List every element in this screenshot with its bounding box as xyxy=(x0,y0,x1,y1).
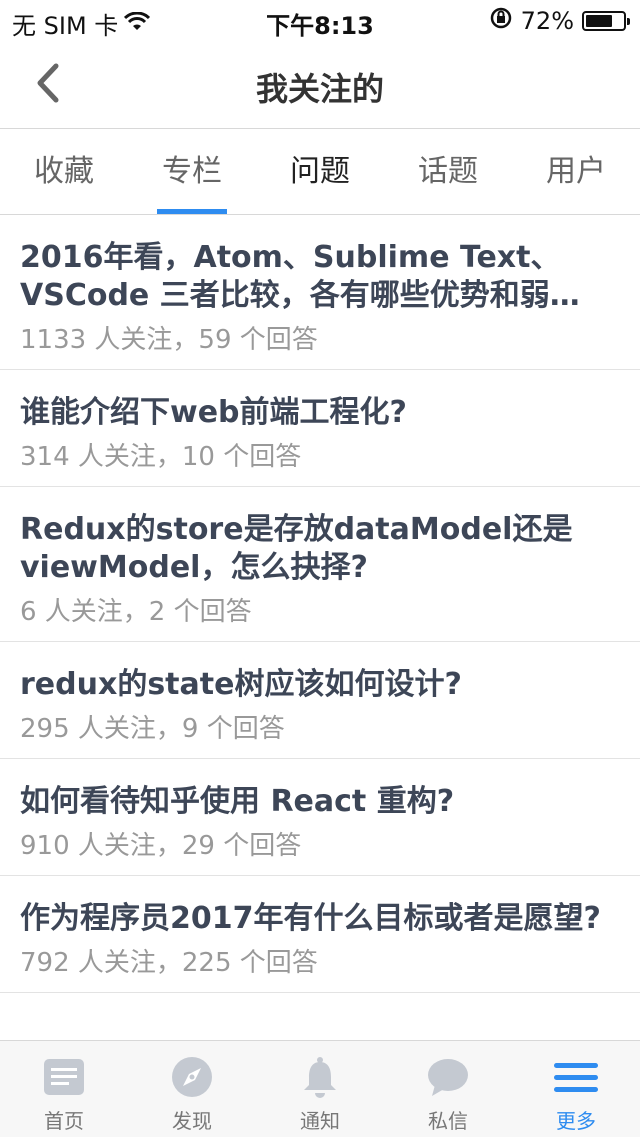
status-right: 72% xyxy=(489,6,630,36)
list-item[interactable]: 谁能介绍下web前端工程化? 314 人关注，10 个回答 xyxy=(0,370,640,487)
segment-tabs: 收藏 专栏 问题 话题 用户 xyxy=(0,129,640,215)
compass-icon xyxy=(172,1057,212,1097)
tabbar-item-messages[interactable]: 私信 xyxy=(384,1041,512,1137)
list-item[interactable]: redux的state树应该如何设计? 295 人关注，9 个回答 xyxy=(0,642,640,759)
list-item[interactable]: 作为程序员2017年有什么目标或者是愿望? 792 人关注，225 个回答 xyxy=(0,876,640,993)
question-title[interactable]: 谁能介绍下web前端工程化? xyxy=(20,394,620,432)
question-meta: 314 人关注，10 个回答 xyxy=(20,442,302,472)
battery-tip xyxy=(627,18,630,25)
list-item[interactable]: Redux的store是存放dataModel还是viewModel，怎么抉择?… xyxy=(0,487,640,642)
chat-bubble-icon xyxy=(428,1059,468,1096)
menu-icon xyxy=(554,1063,598,1092)
tab-questions[interactable]: 问题 xyxy=(256,129,384,214)
question-list: 2016年看，Atom、Sublime Text、VSCode 三者比较，各有哪… xyxy=(0,215,640,1040)
tabbar-item-notifications[interactable]: 通知 xyxy=(256,1041,384,1137)
question-meta: 6 人关注，2 个回答 xyxy=(20,597,252,627)
bell-icon xyxy=(304,1057,336,1098)
tabbar-label: 更多 xyxy=(556,1109,596,1133)
question-title[interactable]: 如何看待知乎使用 React 重构? xyxy=(20,783,620,821)
battery-icon xyxy=(582,11,630,31)
battery-level xyxy=(586,15,612,27)
tabbar-item-discover[interactable]: 发现 xyxy=(128,1041,256,1137)
tab-favorites[interactable]: 收藏 xyxy=(0,129,128,214)
tabbar-label: 发现 xyxy=(172,1109,212,1133)
tab-columns[interactable]: 专栏 xyxy=(128,129,256,214)
tabbar-item-more[interactable]: 更多 xyxy=(512,1041,640,1137)
active-tab-indicator xyxy=(157,209,227,214)
question-title[interactable]: 2016年看，Atom、Sublime Text、VSCode 三者比较，各有哪… xyxy=(20,239,620,315)
tabbar-item-home[interactable]: 首页 xyxy=(0,1041,128,1137)
navigation-bar: 我关注的 xyxy=(0,40,640,129)
status-bar: 无 SIM 卡 下午8:13 72% xyxy=(0,0,640,40)
tabbar-label: 私信 xyxy=(428,1109,468,1133)
tabbar-label: 首页 xyxy=(44,1109,84,1133)
tab-users[interactable]: 用户 xyxy=(512,129,640,214)
list-item[interactable]: 如何看待知乎使用 React 重构? 910 人关注，29 个回答 xyxy=(0,759,640,876)
home-doc-icon xyxy=(44,1059,84,1095)
question-meta: 1133 人关注，59 个回答 xyxy=(20,325,318,355)
list-item[interactable]: 2016年看，Atom、Sublime Text、VSCode 三者比较，各有哪… xyxy=(0,215,640,370)
question-title[interactable]: 作为程序员2017年有什么目标或者是愿望? xyxy=(20,900,620,938)
tabbar-label: 通知 xyxy=(300,1109,340,1133)
question-meta: 792 人关注，225 个回答 xyxy=(20,948,318,978)
question-meta: 910 人关注，29 个回答 xyxy=(20,831,302,861)
page-title: 我关注的 xyxy=(255,70,384,108)
question-title[interactable]: Redux的store是存放dataModel还是viewModel，怎么抉择? xyxy=(20,511,620,587)
question-title[interactable]: redux的state树应该如何设计? xyxy=(20,666,620,704)
bottom-tab-bar: 首页 发现 通知 私信 更多 xyxy=(0,1040,640,1137)
battery-percent: 72% xyxy=(520,7,574,35)
question-meta: 295 人关注，9 个回答 xyxy=(20,714,285,744)
rotation-lock-icon xyxy=(489,6,513,36)
tab-topics[interactable]: 话题 xyxy=(384,129,512,214)
